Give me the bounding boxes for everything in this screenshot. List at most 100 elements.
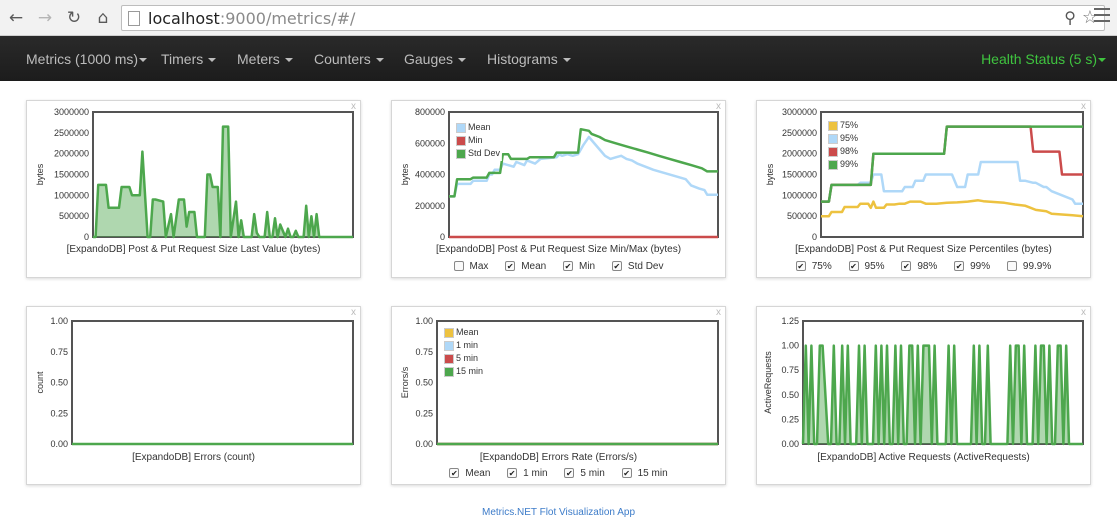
toggle-99-9[interactable]: 99.9% bbox=[1006, 261, 1051, 272]
back-arrow-icon[interactable]: ← bbox=[6, 8, 26, 28]
checkbox-unchecked[interactable] bbox=[453, 261, 464, 272]
nav-histograms-menu[interactable]: Histograms bbox=[487, 51, 571, 67]
nav-timers-menu[interactable]: Timers bbox=[161, 51, 217, 67]
series-toggles: ✔ Mean ✔ 1 min ✔ 5 min ✔ 15 min bbox=[392, 468, 725, 479]
nav-counters-menu[interactable]: Counters bbox=[314, 51, 384, 67]
toggle-15-min[interactable]: ✔ 15 min bbox=[621, 468, 668, 479]
y-tick-label: 1000000 bbox=[54, 190, 89, 200]
legend-entry: 5 min bbox=[444, 352, 483, 365]
y-tick-label: 1500000 bbox=[54, 170, 89, 180]
toggle-95[interactable]: ✔ 95% bbox=[848, 261, 885, 272]
y-tick-label: 1000000 bbox=[782, 190, 817, 200]
legend-entry: Std Dev bbox=[456, 147, 500, 160]
nav-health-status-menu[interactable]: Health Status (5 s) bbox=[981, 51, 1106, 67]
nav-meters-menu[interactable]: Meters bbox=[237, 51, 293, 67]
y-tick-label: 1500000 bbox=[782, 170, 817, 180]
chart-caption: [ExpandoDB] Post & Put Request Size Last… bbox=[66, 244, 321, 255]
legend-label: 75% bbox=[840, 120, 859, 130]
url-host: localhost bbox=[148, 9, 220, 28]
toggle-mean[interactable]: ✔ Mean bbox=[505, 261, 546, 272]
y-tick-label: 2000000 bbox=[782, 149, 817, 159]
checkbox-checked[interactable]: ✔ bbox=[795, 261, 806, 272]
page-icon bbox=[128, 11, 140, 26]
chevron-down-icon bbox=[562, 58, 571, 63]
checkbox-checked[interactable]: ✔ bbox=[563, 261, 573, 272]
checkbox-checked[interactable]: ✔ bbox=[901, 261, 912, 272]
legend-entry: 1 min bbox=[444, 339, 483, 352]
chart-caption: [ExpandoDB] Post & Put Request Size Perc… bbox=[795, 244, 1052, 255]
legend-label: 99% bbox=[840, 159, 859, 169]
legend-label: Mean bbox=[456, 327, 479, 337]
legend-swatch bbox=[828, 133, 838, 144]
chevron-down-icon bbox=[458, 58, 467, 63]
legend-label: Min bbox=[468, 135, 483, 145]
checkbox-unchecked[interactable] bbox=[1006, 261, 1017, 272]
chart-panel-errors-count: x 0.00 0.25 0.50 0.75 1.00 count [ExpandoDB] … bbox=[26, 306, 361, 485]
legend-entry: 98% bbox=[828, 145, 858, 158]
y-tick-label: 0.25 bbox=[415, 408, 433, 418]
legend-label: 95% bbox=[840, 133, 859, 143]
url-text[interactable]: localhost:9000/metrics/#/ bbox=[148, 9, 355, 28]
legend-swatch bbox=[444, 327, 454, 338]
toggle-98[interactable]: ✔ 98% bbox=[901, 261, 937, 272]
legend-swatch bbox=[828, 159, 838, 170]
reload-icon[interactable]: ↻ bbox=[64, 8, 84, 28]
toggle-max[interactable]: Max bbox=[453, 261, 488, 272]
checkbox-checked[interactable]: ✔ bbox=[564, 468, 575, 479]
toggle-75[interactable]: ✔ 75% bbox=[795, 261, 832, 272]
toggle-label: 5 min bbox=[580, 468, 605, 479]
toggle-label: 75% bbox=[811, 261, 832, 272]
legend-swatch bbox=[444, 366, 454, 377]
checkbox-checked[interactable]: ✔ bbox=[848, 261, 859, 272]
legend-entry: 99% bbox=[828, 158, 858, 171]
url-path: :9000/metrics/#/ bbox=[219, 9, 356, 28]
y-tick-label: 400000 bbox=[415, 170, 445, 180]
y-axis-label: bytes bbox=[35, 163, 45, 185]
footer-link[interactable]: Metrics.NET Flot Visualization App bbox=[0, 507, 1117, 518]
browser-toolbar: ← → ↻ ⌂ localhost:9000/metrics/#/ ⚲ ☆ bbox=[0, 0, 1117, 36]
toggle-min[interactable]: ✔ Min bbox=[563, 261, 595, 272]
checkbox-checked[interactable]: ✔ bbox=[505, 261, 516, 272]
checkbox-checked[interactable]: ✔ bbox=[449, 468, 460, 479]
chart-legend: Mean 1 min 5 min 15 min bbox=[442, 325, 486, 379]
checkbox-checked[interactable]: ✔ bbox=[611, 261, 622, 272]
series-toggles: Max ✔ Mean ✔ Min ✔ Std Dev bbox=[392, 261, 725, 272]
chart-panel-last-value: x 0 500000 1000000 1500000 2000000 2500000 300… bbox=[26, 100, 361, 278]
legend-label: Std Dev bbox=[468, 148, 501, 158]
nav-gauges-menu[interactable]: Gauges bbox=[404, 51, 467, 67]
menu-icon[interactable] bbox=[1094, 8, 1110, 22]
chart-panel-errors-rate: x 0.00 0.25 0.50 0.75 1.00 Errors/s Mean 1 mi… bbox=[391, 306, 726, 485]
chart-panel-active-requests: x 0.00 0.25 0.50 0.75 1.00 1.25 ActiveRequests… bbox=[756, 306, 1091, 485]
checkbox-checked[interactable]: ✔ bbox=[954, 261, 965, 272]
nav-metrics-menu[interactable]: Metrics (1000 ms) bbox=[26, 51, 148, 67]
toggle-std-dev[interactable]: ✔ Std Dev bbox=[611, 261, 663, 272]
toggle-label: Mean bbox=[521, 261, 547, 272]
forward-arrow-icon[interactable]: → bbox=[35, 8, 55, 28]
toggle-mean[interactable]: ✔ Mean bbox=[449, 468, 490, 479]
checkbox-checked[interactable]: ✔ bbox=[621, 468, 632, 479]
legend-label: Mean bbox=[468, 122, 491, 132]
y-tick-label: 1.25 bbox=[781, 316, 799, 326]
chevron-down-icon bbox=[375, 58, 384, 63]
y-tick-label: 0.50 bbox=[415, 378, 433, 388]
chevron-down-icon bbox=[139, 58, 148, 63]
chevron-down-icon bbox=[284, 58, 293, 63]
y-tick-label: 0.00 bbox=[781, 439, 799, 449]
legend-swatch bbox=[456, 135, 466, 146]
toggle-1-min[interactable]: ✔ 1 min bbox=[507, 468, 548, 479]
y-tick-label: 0.00 bbox=[415, 439, 433, 449]
checkbox-checked[interactable]: ✔ bbox=[507, 468, 518, 479]
legend-label: 15 min bbox=[456, 366, 484, 376]
y-tick-label: 0.25 bbox=[50, 408, 68, 418]
address-bar[interactable]: localhost:9000/metrics/#/ ⚲ ☆ bbox=[121, 5, 1105, 31]
home-icon[interactable]: ⌂ bbox=[93, 8, 113, 28]
toggle-5-min[interactable]: ✔ 5 min bbox=[564, 468, 605, 479]
toggle-99[interactable]: ✔ 99% bbox=[954, 261, 990, 272]
chart-caption: [ExpandoDB] Post & Put Request Size Min/… bbox=[435, 244, 682, 255]
y-tick-label: 2500000 bbox=[54, 128, 89, 138]
y-tick-label: 0 bbox=[84, 232, 89, 242]
legend-entry: 15 min bbox=[444, 365, 483, 378]
zoom-icon[interactable]: ⚲ bbox=[1064, 8, 1076, 27]
chart-caption: [ExpandoDB] Active Requests (ActiveReque… bbox=[817, 452, 1030, 463]
toggle-label: 1 min bbox=[523, 468, 548, 479]
